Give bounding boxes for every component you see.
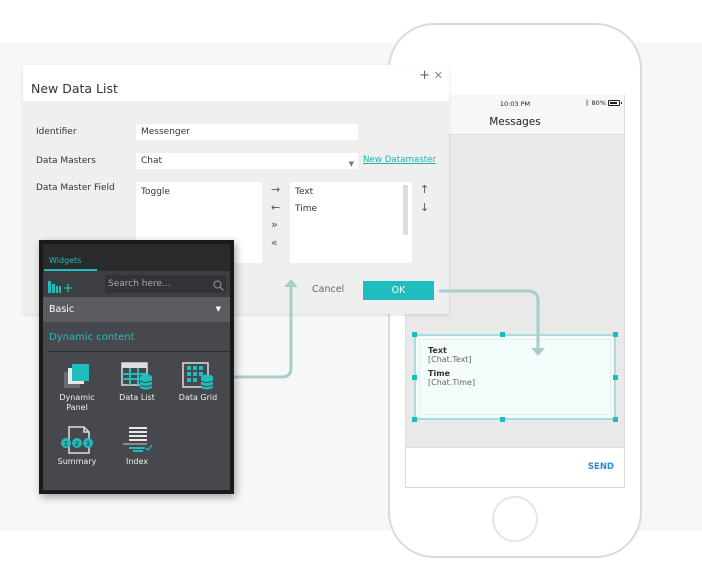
widgets-tabbar: Widgets (43, 244, 230, 271)
text-field-label: Text (428, 346, 447, 355)
new-datamaster-link[interactable]: New Datamaster (363, 155, 436, 165)
dialog-header: New Data List + ✕ (23, 65, 449, 101)
list-item[interactable]: Time (290, 200, 412, 217)
resize-handle[interactable] (613, 332, 618, 337)
move-down-button[interactable]: ↓ (420, 202, 429, 214)
index-icon (123, 427, 153, 452)
data-grid-icon (182, 362, 214, 390)
list-scrollbar[interactable] (403, 185, 408, 235)
message-composer[interactable]: SEND (406, 447, 624, 487)
chevron-down-icon: ▼ (215, 305, 221, 313)
plus-icon[interactable]: + (419, 68, 430, 83)
library-select-value: Basic (49, 304, 75, 315)
widget-label: Data List (119, 393, 155, 402)
move-left-button[interactable]: ← (271, 202, 280, 214)
data-masters-select[interactable]: Chat ▼ (136, 153, 358, 169)
resize-handle[interactable] (500, 332, 505, 337)
svg-text:2: 2 (75, 441, 79, 448)
data-list-icon (121, 362, 153, 390)
svg-text:3: 3 (86, 441, 90, 448)
section-title: Dynamic content (49, 332, 135, 343)
identifier-input[interactable]: Messenger (136, 124, 358, 140)
widgets-toolbar: Search here... (43, 271, 230, 297)
resize-handle[interactable] (500, 417, 505, 422)
resize-handle[interactable] (412, 375, 417, 380)
resize-handle[interactable] (412, 417, 417, 422)
search-icon[interactable] (213, 276, 224, 295)
ok-button[interactable]: OK (363, 281, 434, 300)
move-right-button[interactable]: → (271, 184, 280, 196)
text-field-value: [Chat.Text] (428, 355, 472, 364)
widget-data-grid[interactable]: Data Grid (169, 362, 227, 403)
selected-fields-list[interactable]: Text Time (290, 182, 412, 263)
summary-icon: 1 2 3 (61, 426, 93, 454)
widget-index[interactable]: Index (108, 426, 166, 467)
battery-icon (608, 100, 622, 106)
close-icon[interactable]: ✕ (434, 69, 443, 82)
time-field-value: [Chat.Time] (428, 378, 476, 387)
home-button[interactable] (492, 496, 538, 542)
data-masters-label: Data Masters (36, 156, 96, 166)
cancel-button[interactable]: Cancel (312, 284, 344, 295)
add-library-icon[interactable] (48, 278, 74, 297)
widget-summary[interactable]: 1 2 3 Summary (48, 426, 106, 467)
resize-handle[interactable] (613, 417, 618, 422)
move-all-right-button[interactable]: » (271, 219, 278, 231)
widget-label: Data Grid (178, 393, 218, 402)
widget-label: Index (125, 457, 149, 466)
data-master-field-label: Data Master Field (36, 183, 115, 193)
list-item[interactable]: Toggle (136, 182, 262, 200)
send-button[interactable]: SEND (588, 462, 614, 472)
move-all-left-button[interactable]: « (271, 237, 278, 249)
section-divider (47, 351, 230, 352)
bluetooth-icon: ᛒ (585, 99, 590, 107)
data-list-widget[interactable]: Text [Chat.Text] Time [Chat.Time] (414, 334, 616, 420)
widget-search-input[interactable]: Search here... (105, 275, 226, 293)
chevron-down-icon: ▼ (348, 160, 354, 168)
dialog-title: New Data List (31, 81, 118, 96)
resize-handle[interactable] (412, 332, 417, 337)
widget-label: Panel (66, 403, 88, 412)
svg-text:1: 1 (64, 441, 68, 448)
library-select[interactable]: Basic ▼ (43, 297, 230, 322)
tab-widgets[interactable]: Widgets (49, 256, 81, 265)
dynamic-panel-icon (64, 364, 89, 388)
widget-dynamic-panel[interactable]: Dynamic Panel (48, 362, 106, 413)
list-item[interactable]: Text (290, 182, 412, 200)
move-up-button[interactable]: ↑ (420, 184, 429, 196)
data-masters-value: Chat (141, 156, 163, 166)
widget-label: Dynamic (59, 393, 95, 402)
battery-percent: 80% (591, 99, 606, 107)
status-indicators: ᛒ 80% (585, 99, 622, 107)
resize-handle[interactable] (613, 375, 618, 380)
time-field-label: Time (428, 369, 450, 378)
widget-data-list[interactable]: Data List (108, 362, 166, 403)
widgets-panel: Widgets Search here... Basic ▼ Dynamic c… (39, 240, 234, 494)
widget-label: Summary (57, 457, 97, 466)
identifier-label: Identifier (36, 127, 77, 137)
